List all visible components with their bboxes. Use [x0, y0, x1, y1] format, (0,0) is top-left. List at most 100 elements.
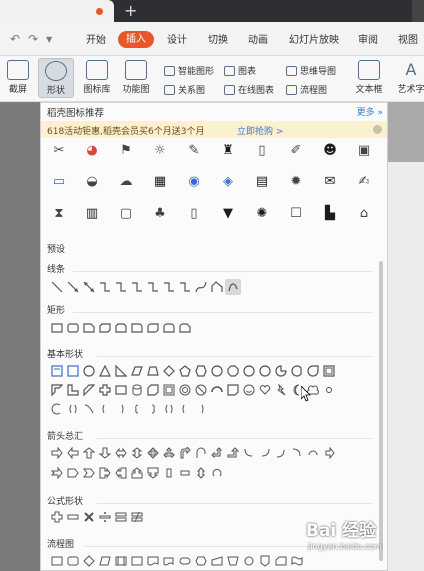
u-turn-arrow-shape[interactable]	[193, 445, 209, 461]
block-arc-shape[interactable]	[209, 382, 225, 398]
menu-start[interactable]: 开始	[86, 31, 106, 46]
divide-shape[interactable]	[97, 509, 113, 525]
double-bracket-shape[interactable]	[161, 401, 177, 417]
flag-icon[interactable]: ⚑	[116, 140, 136, 160]
screenshot-button[interactable]: 截屏	[4, 60, 32, 95]
note-icon[interactable]: ✐	[286, 140, 306, 160]
chevron-shape[interactable]	[81, 465, 97, 481]
smart-graphic-button[interactable]: 智能图形	[164, 64, 214, 77]
rounded-rectangle-shape[interactable]	[65, 320, 81, 336]
curve-shape[interactable]	[193, 279, 209, 295]
multiply-shape[interactable]	[81, 509, 97, 525]
pie-chart-icon[interactable]: ◕	[82, 140, 102, 160]
relation-button[interactable]: 关系图	[164, 83, 205, 96]
down-callout-arrow-shape[interactable]	[145, 465, 161, 481]
curved-right-arrow-shape[interactable]	[241, 445, 257, 461]
curved-double-arrow-shape[interactable]	[177, 279, 193, 295]
triangle-shape[interactable]	[97, 363, 113, 379]
online-chart-button[interactable]: 在线图表	[224, 83, 274, 96]
up-callout-arrow-shape[interactable]	[129, 465, 145, 481]
flowchart-button[interactable]: 流程图	[286, 83, 327, 96]
camera-icon[interactable]: ▣	[354, 140, 374, 160]
contact-icon[interactable]: ▤	[252, 171, 272, 191]
no-symbol-shape[interactable]	[193, 382, 209, 398]
tree-icon[interactable]: ♣	[150, 203, 170, 223]
menu-slideshow[interactable]: 幻灯片放映	[289, 31, 339, 46]
plus-shape[interactable]	[49, 509, 65, 525]
arttext-button[interactable]: A 艺术字	[396, 60, 424, 95]
right-brace-shape[interactable]	[145, 401, 161, 417]
document-icon[interactable]: ▯	[252, 140, 272, 160]
multidocument-shape[interactable]	[161, 553, 177, 569]
window-control[interactable]	[412, 0, 424, 22]
lightning-bolt-shape[interactable]	[273, 382, 289, 398]
elbow-connector-shape[interactable]	[97, 279, 113, 295]
more-link[interactable]: 更多 »	[357, 105, 383, 118]
menu-transition[interactable]: 切换	[208, 31, 228, 46]
card-shape[interactable]	[273, 553, 289, 569]
left-right-up-arrow-shape[interactable]	[161, 445, 177, 461]
manual-operation-shape[interactable]	[225, 553, 241, 569]
sun-shape[interactable]	[321, 382, 337, 398]
left-callout-arrow-shape[interactable]	[113, 465, 129, 481]
mindmap-button[interactable]: 思维导图	[286, 64, 336, 77]
circular-callout-arrow-shape[interactable]	[209, 465, 225, 481]
shape-button[interactable]: 形状	[38, 58, 74, 98]
manual-input-shape[interactable]	[209, 553, 225, 569]
dropdown-icon[interactable]: ▾	[46, 32, 52, 46]
parallelogram-shape[interactable]	[129, 363, 145, 379]
crown-icon[interactable]: ♜	[218, 140, 238, 160]
dodecagon-shape[interactable]	[257, 363, 273, 379]
pentagon-shape[interactable]	[177, 363, 193, 379]
curved-down-arrow-shape[interactable]	[289, 445, 305, 461]
left-right-callout-shape[interactable]	[161, 465, 177, 481]
promo-link[interactable]: 立即抢购 >	[237, 124, 283, 137]
menu-view[interactable]: 视图	[398, 31, 418, 46]
down-arrow-shape[interactable]	[97, 445, 113, 461]
scribble-shape[interactable]	[225, 279, 241, 295]
heart-shape[interactable]	[257, 382, 273, 398]
file-icon[interactable]: ▯	[184, 203, 204, 223]
round-same-side-rectangle-shape[interactable]	[161, 320, 177, 336]
left-brace-shape[interactable]	[129, 401, 145, 417]
double-arrow-line-shape[interactable]	[81, 279, 97, 295]
plaque-shape[interactable]	[113, 382, 129, 398]
left-bracket-shape[interactable]	[97, 401, 113, 417]
textbox-shape[interactable]	[49, 363, 65, 379]
bent-up-arrow-shape[interactable]	[225, 445, 241, 461]
preparation-shape[interactable]	[193, 553, 209, 569]
teardrop-shape[interactable]	[305, 363, 321, 379]
curved-arrow-shape[interactable]	[161, 279, 177, 295]
octagon-shape[interactable]	[225, 363, 241, 379]
pen-icon[interactable]: ✎	[184, 140, 204, 160]
left-arrow-shape[interactable]	[65, 445, 81, 461]
chord-shape[interactable]	[289, 363, 305, 379]
terminator-shape[interactable]	[177, 553, 193, 569]
curved-left-arrow-shape[interactable]	[257, 445, 273, 461]
envelope-icon[interactable]: ✉	[320, 171, 340, 191]
quad-callout-arrow-shape[interactable]	[193, 465, 209, 481]
circular-arrow-shape[interactable]	[305, 445, 321, 461]
alternate-process-shape[interactable]	[65, 553, 81, 569]
heptagon-shape[interactable]	[209, 363, 225, 379]
bracket-pair-shape[interactable]	[65, 401, 81, 417]
basket-icon[interactable]: ▼	[218, 203, 238, 223]
calendar-icon[interactable]: ▥	[82, 203, 102, 223]
open-paren-shape[interactable]	[193, 401, 209, 417]
up-arrow-shape[interactable]	[81, 445, 97, 461]
equal-shape[interactable]	[113, 509, 129, 525]
oval-shape[interactable]	[81, 363, 97, 379]
smiley-face-shape[interactable]	[241, 382, 257, 398]
bent-arrow-shape[interactable]	[177, 445, 193, 461]
target-icon[interactable]: ◉	[184, 171, 204, 191]
trapezoid-shape[interactable]	[145, 363, 161, 379]
diamond-shape[interactable]	[161, 363, 177, 379]
bulb-icon[interactable]: ☼	[150, 140, 170, 160]
document-shape[interactable]	[145, 553, 161, 569]
elbow-arrow-shape[interactable]	[113, 279, 129, 295]
freeform-shape[interactable]	[209, 279, 225, 295]
menu-review[interactable]: 审阅	[358, 31, 378, 46]
textbox-button[interactable]: 文本框	[352, 60, 386, 95]
decagon-shape[interactable]	[241, 363, 257, 379]
frame-shape[interactable]	[321, 363, 337, 379]
